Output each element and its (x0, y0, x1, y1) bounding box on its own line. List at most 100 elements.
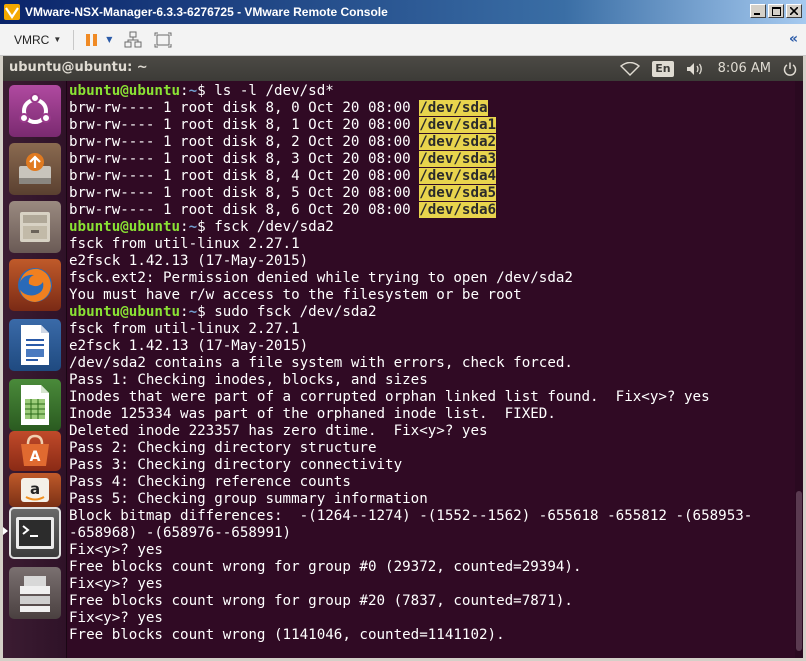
launcher-item-calc[interactable] (9, 379, 61, 431)
launcher-item-software-center[interactable]: A (9, 431, 61, 471)
prompt-symbol: $ (197, 83, 206, 99)
toolbar-divider (73, 29, 75, 50)
prompt-separator: : (180, 304, 189, 320)
ls-entry-text: brw-rw---- 1 root disk 8, 0 Oct 20 08:00 (69, 100, 420, 116)
window-title: VMware-NSX-Manager-6.3.3-6276725 - VMwar… (25, 5, 388, 19)
command-text: sudo fsck /dev/sda2 (205, 304, 377, 320)
window-title: ubuntu@ubuntu: ~ (9, 60, 148, 75)
terminal-line: brw-rw---- 1 root disk 8, 4 Oct 20 08:00… (69, 168, 795, 185)
prompt-path: ~ (188, 83, 198, 99)
launcher-item-dash[interactable] (9, 85, 61, 137)
terminal-line: Pass 4: Checking reference counts (69, 474, 795, 491)
output-text: Inodes that were part of a corrupted orp… (69, 389, 710, 405)
scrollbar-thumb[interactable] (796, 491, 802, 651)
device-name: /dev/sda3 (419, 151, 497, 167)
terminal-line: Deleted inode 223357 has zero dtime. Fix… (69, 423, 795, 440)
pause-icon (86, 33, 98, 46)
terminal-output[interactable]: ubuntu@ubuntu:~$ ls -l /dev/sd* brw-rw---… (69, 81, 795, 658)
libreoffice-calc-icon (21, 385, 49, 425)
clock[interactable]: 8:06 AM (718, 61, 771, 76)
output-text: Free blocks count wrong (1141046, counte… (69, 627, 505, 643)
chevron-down-icon: ▼ (106, 35, 113, 44)
launcher-item-firefox[interactable] (9, 259, 61, 311)
libreoffice-writer-icon (21, 325, 49, 365)
launcher-item-terminal[interactable] (9, 507, 61, 559)
maximize-button[interactable] (768, 4, 784, 18)
output-text: Pass 4: Checking reference counts (69, 474, 351, 490)
terminal-line: e2fsck 1.42.13 (17-May-2015) (69, 338, 795, 355)
terminal-line: Pass 5: Checking group summary informati… (69, 491, 795, 508)
network-devices-icon (124, 31, 142, 47)
ls-entry-text: brw-rw---- 1 root disk 8, 4 Oct 20 08:00 (69, 168, 420, 184)
maximize-icon (771, 6, 781, 16)
wifi-icon[interactable] (620, 61, 641, 76)
svg-text:A: A (30, 449, 41, 465)
terminal-line: e2fsck 1.42.13 (17-May-2015) (69, 253, 795, 270)
vmrc-menu-button[interactable]: VMRC ▼ (14, 33, 61, 47)
guest-desktop[interactable]: ubuntu@ubuntu: ~ En 8:06 AM A a ubuntu@u… (3, 56, 803, 658)
terminal-line: brw-rw---- 1 root disk 8, 3 Oct 20 08:00… (69, 151, 795, 168)
close-button[interactable] (786, 4, 802, 18)
device-name: /dev/sda5 (419, 185, 497, 201)
minimize-button[interactable] (750, 4, 766, 18)
output-text: fsck.ext2: Permission denied while tryin… (69, 270, 573, 286)
output-text: Inode 125334 was part of the orphaned in… (69, 406, 556, 422)
output-text: fsck from util-linux 2.27.1 (69, 321, 300, 337)
ls-entry-text: brw-rw---- 1 root disk 8, 2 Oct 20 08:00 (69, 134, 420, 150)
terminal-line: Block bitmap differences: -(1264--1274) … (69, 508, 795, 525)
software-center-icon: A (21, 434, 49, 466)
volume-icon[interactable] (686, 62, 706, 76)
prompt-path: ~ (188, 304, 198, 320)
launcher-item-amazon[interactable]: a (9, 473, 61, 507)
launcher-item-updater[interactable] (9, 143, 61, 195)
vmrc-toolbar: VMRC ▼ ▼ « (0, 24, 806, 56)
launcher-item-drive[interactable] (9, 567, 61, 619)
power-icon[interactable] (783, 62, 797, 76)
fullscreen-icon (154, 32, 172, 47)
terminal-line: brw-rw---- 1 root disk 8, 1 Oct 20 08:00… (69, 117, 795, 134)
pause-button[interactable]: ▼ (84, 32, 112, 48)
ls-entry-text: brw-rw---- 1 root disk 8, 1 Oct 20 08:00 (69, 117, 420, 133)
terminal-line: Free blocks count wrong (1141046, counte… (69, 627, 795, 644)
files-icon (20, 212, 50, 242)
prompt-separator: : (180, 83, 189, 99)
output-text: e2fsck 1.42.13 (17-May-2015) (69, 253, 309, 269)
terminal-line: /dev/sda2 contains a file system with er… (69, 355, 795, 372)
terminal-line: Free blocks count wrong for group #20 (7… (69, 593, 795, 610)
launcher-item-files[interactable] (9, 201, 61, 253)
output-text: Pass 1: Checking inodes, blocks, and siz… (69, 372, 428, 388)
terminal-line: You must have r/w access to the filesyst… (69, 287, 795, 304)
terminal-line: brw-rw---- 1 root disk 8, 6 Oct 20 08:00… (69, 202, 795, 219)
device-name: /dev/sda4 (419, 168, 497, 184)
output-text: Block bitmap differences: -(1264--1274) … (69, 508, 753, 524)
terminal-line: brw-rw---- 1 root disk 8, 0 Oct 20 08:00… (69, 100, 795, 117)
terminal-icon (16, 517, 54, 549)
launcher-item-writer[interactable] (9, 319, 61, 371)
running-indicator (3, 527, 8, 535)
ls-entry-text: brw-rw---- 1 root disk 8, 3 Oct 20 08:00 (69, 151, 420, 167)
output-text: /dev/sda2 contains a file system with er… (69, 355, 573, 371)
prompt-user: ubuntu@ubuntu (69, 83, 181, 99)
output-text: Free blocks count wrong for group #0 (29… (69, 559, 582, 575)
device-name: /dev/sda6 (419, 202, 497, 218)
chevron-down-icon: ▼ (53, 35, 62, 44)
terminal-line: brw-rw---- 1 root disk 8, 2 Oct 20 08:00… (69, 134, 795, 151)
collapse-toolbar-button[interactable]: « (789, 31, 798, 47)
output-text: You must have r/w access to the filesyst… (69, 287, 522, 303)
device-name: /dev/sda1 (419, 117, 497, 133)
command-text: fsck /dev/sda2 (205, 219, 334, 235)
firefox-icon (18, 268, 52, 302)
prompt-separator: : (180, 219, 189, 235)
removable-devices-button[interactable] (124, 31, 142, 49)
vmrc-menu-label: VMRC (14, 32, 50, 47)
fullscreen-button[interactable] (154, 32, 172, 48)
output-text: -658968) -(658976--658991) (69, 525, 292, 541)
output-text: Deleted inode 223357 has zero dtime. Fix… (69, 423, 488, 439)
terminal-line: fsck from util-linux 2.27.1 (69, 236, 795, 253)
terminal-line: fsck from util-linux 2.27.1 (69, 321, 795, 338)
terminal-scrollbar[interactable] (795, 81, 803, 658)
terminal-line: Pass 3: Checking directory connectivity (69, 457, 795, 474)
keyboard-layout-indicator[interactable]: En (652, 60, 674, 77)
terminal-line: Pass 2: Checking directory structure (69, 440, 795, 457)
output-text: Fix<y>? yes (69, 576, 163, 592)
